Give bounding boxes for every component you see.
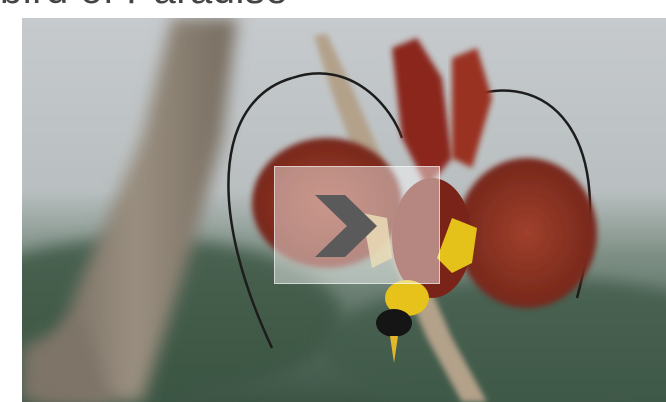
page: bird of Paradise (0, 0, 666, 402)
carousel-image (22, 18, 666, 402)
carousel-next-button[interactable] (274, 166, 440, 284)
page-heading: bird of Paradise (0, 0, 288, 10)
chevron-right-icon (315, 195, 377, 257)
